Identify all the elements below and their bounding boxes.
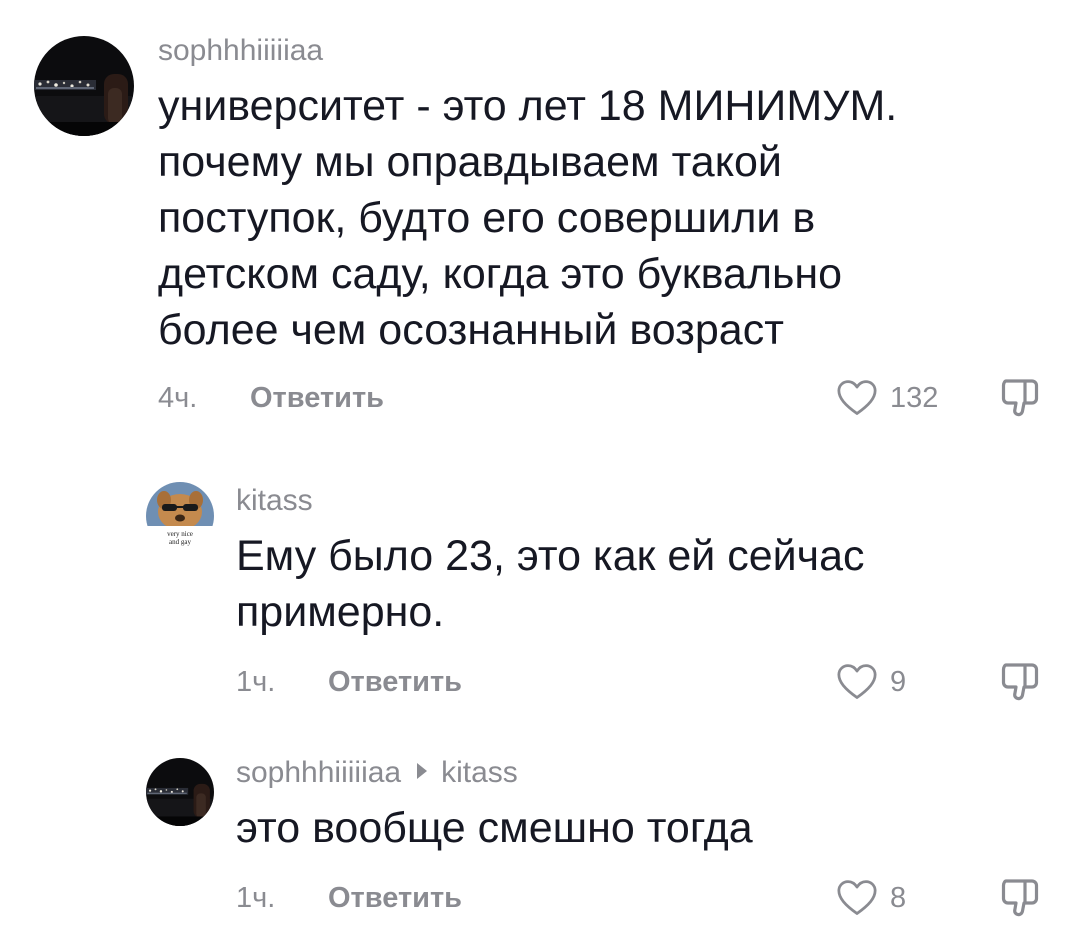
- user-avatar[interactable]: [34, 36, 134, 136]
- like-button[interactable]: 9: [836, 662, 906, 702]
- like-count: 9: [890, 665, 907, 698]
- like-count: 8: [890, 881, 907, 914]
- dark-night-photo-avatar-icon: [34, 36, 134, 136]
- comment-username[interactable]: sophhhiiiiiaa: [158, 34, 323, 68]
- dislike-button[interactable]: [998, 660, 1042, 704]
- dislike-button[interactable]: [998, 876, 1042, 920]
- heart-outline-icon: [837, 664, 877, 699]
- comment-text-line: поступок, будто его совершили в: [158, 194, 816, 242]
- heart-outline-icon: [837, 880, 877, 915]
- comment-text-line: это вообще смешно тогда: [236, 804, 753, 852]
- thumbs-down-outline-icon: [1001, 379, 1039, 417]
- comment-reply: sophhhiiiiiaa kitass это вообще смешно то…: [0, 740, 1080, 944]
- comment-reply: very nice and gay kitass Ему было 23, эт…: [0, 470, 1080, 720]
- dislike-button[interactable]: [998, 376, 1042, 420]
- reply-to-username[interactable]: kitass: [441, 756, 518, 789]
- thumbs-down-outline-icon: [1001, 879, 1039, 917]
- comment-text-line: более чем осознанный возраст: [158, 306, 784, 354]
- dark-night-photo-avatar-icon: [146, 758, 214, 826]
- avatar-caption-text: and gay: [169, 538, 191, 546]
- avatar-caption-text: very nice: [167, 530, 193, 538]
- comment-username-line: sophhhiiiiiaa kitass: [236, 756, 518, 790]
- comment-text: это вообще смешно тогда: [236, 800, 753, 856]
- heart-outline-icon: [837, 380, 877, 415]
- comment-timestamp: 1ч.: [236, 666, 276, 698]
- reply-button[interactable]: Ответить: [250, 382, 384, 415]
- comment-timestamp: 1ч.: [236, 882, 276, 914]
- reply-button[interactable]: Ответить: [328, 666, 462, 699]
- comment-text-line: примерно.: [236, 588, 445, 636]
- like-button[interactable]: 132: [836, 378, 938, 418]
- comment-username[interactable]: sophhhiiiiiaa: [236, 756, 401, 789]
- like-count: 132: [890, 381, 939, 414]
- comment-text: университет - это лет 18 МИНИМУМ. почему…: [158, 78, 897, 358]
- comment: sophhhiiiiiaa университет - это лет 18 М…: [0, 0, 1080, 440]
- comment-text-line: Ему было 23, это как ей сейчас: [236, 532, 865, 580]
- comment-text-line: почему мы оправдываем такой: [158, 138, 782, 186]
- comment-text-line: детском саду, когда это буквально: [158, 250, 843, 298]
- dog-meme-avatar-icon: very nice and gay: [146, 482, 214, 550]
- reply-button[interactable]: Ответить: [328, 882, 462, 915]
- user-avatar[interactable]: [146, 758, 214, 826]
- reply-arrow-icon: [417, 763, 428, 779]
- user-avatar[interactable]: very nice and gay: [146, 482, 214, 550]
- comment-timestamp: 4ч.: [158, 382, 198, 414]
- comment-text: Ему было 23, это как ей сейчас примерно.: [236, 528, 865, 640]
- thumbs-down-outline-icon: [1001, 663, 1039, 701]
- like-button[interactable]: 8: [836, 878, 906, 918]
- comment-username[interactable]: kitass: [236, 484, 313, 518]
- comment-text-line: университет - это лет 18 МИНИМУМ.: [158, 82, 898, 130]
